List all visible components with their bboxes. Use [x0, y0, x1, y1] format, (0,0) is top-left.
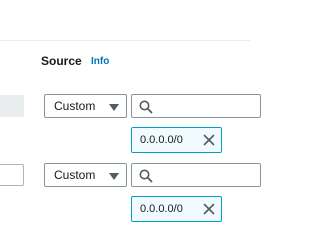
rule-2-source-type-value: Custom — [54, 168, 96, 182]
rule-1-source-search-input[interactable] — [131, 94, 261, 118]
close-icon[interactable] — [203, 134, 215, 146]
rule-1-port-range-input — [0, 95, 24, 117]
rule-2-source-search-input[interactable] — [131, 163, 261, 187]
rule-2-cidr-token: 0.0.0.0/0 — [131, 196, 222, 222]
rule-2-port-range-input[interactable] — [0, 164, 24, 186]
header-divider — [0, 40, 250, 41]
table-header — [0, 0, 250, 40]
rule-2-source-type-select[interactable]: Custom — [44, 163, 127, 187]
close-icon[interactable] — [203, 203, 215, 215]
search-icon — [139, 169, 153, 183]
rule-1-cidr-token: 0.0.0.0/0 — [131, 127, 222, 153]
search-icon — [139, 100, 153, 114]
source-column-header: Source — [41, 54, 82, 68]
info-link[interactable]: Info — [91, 56, 109, 67]
rule-2-cidr-token-label: 0.0.0.0/0 — [140, 203, 183, 215]
chevron-down-icon — [109, 173, 119, 180]
chevron-down-icon — [109, 104, 119, 111]
rule-1-source-type-select[interactable]: Custom — [44, 94, 127, 118]
rule-1-cidr-token-label: 0.0.0.0/0 — [140, 134, 183, 146]
rule-1-source-type-value: Custom — [54, 99, 96, 113]
